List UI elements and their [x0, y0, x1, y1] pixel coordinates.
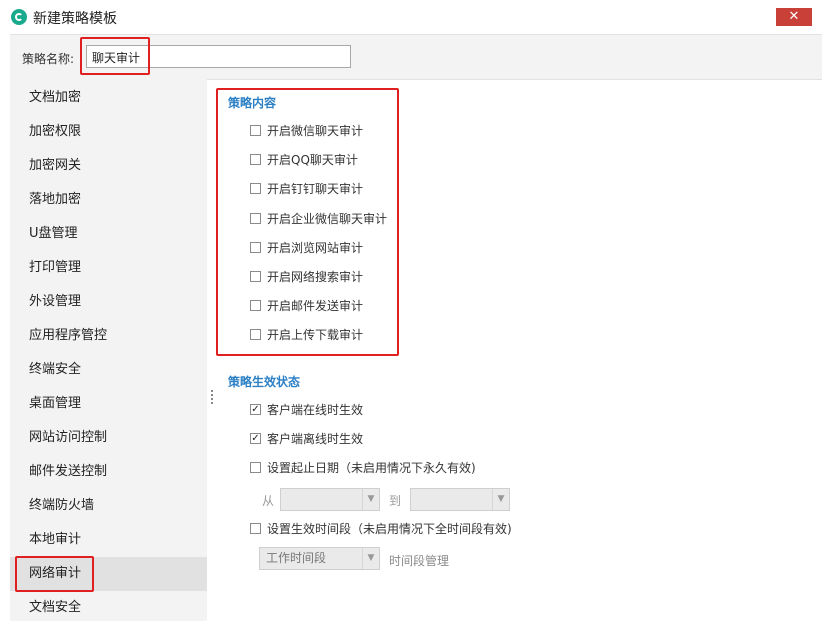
- sidebar-item[interactable]: 桌面管理: [10, 387, 207, 421]
- from-label: 从: [262, 494, 275, 508]
- sidebar-item[interactable]: 落地加密: [10, 183, 207, 217]
- checkbox[interactable]: [250, 462, 261, 473]
- sidebar-item[interactable]: 文档加密: [10, 81, 207, 115]
- active-item-highlight: [15, 556, 94, 592]
- time-period-select[interactable]: 工作时间段 ▼: [259, 547, 380, 570]
- checkbox-checked[interactable]: ✓: [250, 404, 261, 415]
- chevron-down-icon: ▼: [492, 489, 509, 510]
- policy-name-highlight: [80, 37, 150, 75]
- sidebar-item[interactable]: 终端防火墙: [10, 489, 207, 523]
- sidebar-item[interactable]: U盘管理: [10, 217, 207, 251]
- chevron-down-icon: ▼: [362, 489, 379, 510]
- sidebar-item[interactable]: 加密网关: [10, 149, 207, 183]
- checkbox[interactable]: [250, 523, 261, 534]
- sidebar-item[interactable]: 加密权限: [10, 115, 207, 149]
- policy-name-label: 策略名称:: [22, 52, 75, 66]
- sidebar-item[interactable]: 打印管理: [10, 251, 207, 285]
- policy-content-highlight: [216, 88, 399, 356]
- sidebar-item[interactable]: 本地审计: [10, 523, 207, 557]
- window-title: 新建策略模板: [33, 11, 117, 27]
- splitter-handle[interactable]: [211, 390, 216, 404]
- start-date-select[interactable]: ▼: [280, 488, 380, 511]
- app-logo-icon: [11, 9, 27, 25]
- sidebar-item[interactable]: 终端安全: [10, 353, 207, 387]
- title-bar: 新建策略模板 ✕: [0, 0, 822, 34]
- sidebar-item[interactable]: 文档安全: [10, 591, 207, 625]
- close-button[interactable]: ✕: [776, 8, 812, 26]
- to-label: 到: [389, 494, 402, 508]
- end-date-select[interactable]: ▼: [410, 488, 510, 511]
- checkbox-checked[interactable]: ✓: [250, 433, 261, 444]
- sidebar-item[interactable]: 应用程序管控: [10, 319, 207, 353]
- time-period-manage-link[interactable]: 时间段管理: [389, 552, 449, 569]
- sidebar-item[interactable]: 网站访问控制: [10, 421, 207, 455]
- sidebar: 文档加密 加密权限 加密网关 落地加密 U盘管理 打印管理 外设管理 应用程序管…: [10, 79, 207, 621]
- sidebar-item[interactable]: 外设管理: [10, 285, 207, 319]
- sidebar-item[interactable]: 邮件发送控制: [10, 455, 207, 489]
- effective-state-title: 策略生效状态: [228, 375, 301, 389]
- chevron-down-icon: ▼: [362, 548, 379, 569]
